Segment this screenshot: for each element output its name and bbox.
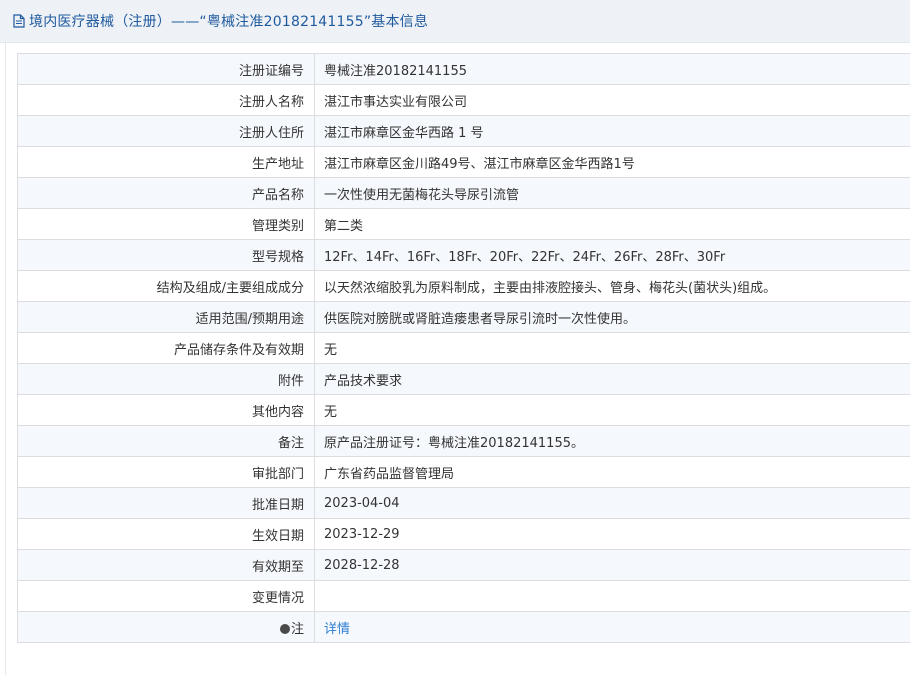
table-row: 结构及组成/主要组成成分 以天然浓缩胶乳为原料制成，主要由排液腔接头、管身、梅花… [17, 270, 910, 302]
field-value-approval-dept: 广东省药品监督管理局 [314, 456, 910, 488]
field-label-storage: 产品储存条件及有效期 [17, 332, 315, 364]
field-value-model-spec: 12Fr、14Fr、16Fr、18Fr、20Fr、22Fr、24Fr、26Fr、… [314, 239, 910, 271]
table-row: 生产地址 湛江市麻章区金川路49号、湛江市麻章区金华西路1号 [17, 146, 910, 178]
table-row: 审批部门 广东省药品监督管理局 [17, 456, 910, 488]
table-row: 附件 产品技术要求 [17, 363, 910, 395]
table-row: 批准日期 2023-04-04 [17, 487, 910, 519]
table-row: 管理类别 第二类 [17, 208, 910, 240]
field-value-valid-until: 2028-12-28 [314, 549, 910, 581]
field-value-remark: 原产品注册证号：粤械注准20182141155。 [314, 425, 910, 457]
field-label-effective-date: 生效日期 [17, 518, 315, 550]
table-row: 其他内容 无 [17, 394, 910, 426]
field-value-registrant-address: 湛江市麻章区金华西路 1 号 [314, 115, 910, 147]
table-row: 有效期至 2028-12-28 [17, 549, 910, 581]
field-value-production-address: 湛江市麻章区金川路49号、湛江市麻章区金华西路1号 [314, 146, 910, 178]
field-label-registration-no: 注册证编号 [17, 53, 315, 85]
field-value-attachment: 产品技术要求 [314, 363, 910, 395]
field-value-other: 无 [314, 394, 910, 426]
field-label-registrant-name: 注册人名称 [17, 84, 315, 116]
table-row: 注册人住所 湛江市麻章区金华西路 1 号 [17, 115, 910, 147]
field-label-change-history: 变更情况 [17, 580, 315, 612]
field-label-other: 其他内容 [17, 394, 315, 426]
table-row: 适用范围/预期用途 供医院对膀胱或肾脏造瘘患者导尿引流时一次性使用。 [17, 301, 910, 333]
field-label-production-address: 生产地址 [17, 146, 315, 178]
field-value-registrant-name: 湛江市事达实业有限公司 [314, 84, 910, 116]
info-dot-icon [279, 623, 290, 634]
field-label-approval-dept: 审批部门 [17, 456, 315, 488]
field-label-structure: 结构及组成/主要组成成分 [17, 270, 315, 302]
field-label-management-class: 管理类别 [17, 208, 315, 240]
field-label-model-spec: 型号规格 [17, 239, 315, 271]
field-label-valid-until: 有效期至 [17, 549, 315, 581]
note-label: 注 [290, 621, 304, 637]
table-row: 注册证编号 粤械注准20182141155 [17, 53, 910, 85]
field-value-product-name: 一次性使用无菌梅花头导尿引流管 [314, 177, 910, 209]
field-label-product-name: 产品名称 [17, 177, 315, 209]
table-row: 注 详情 [17, 611, 910, 643]
table-row: 注册人名称 湛江市事达实业有限公司 [17, 84, 910, 116]
field-value-storage: 无 [314, 332, 910, 364]
field-value-approval-date: 2023-04-04 [314, 487, 910, 519]
info-table: 注册证编号 粤械注准20182141155 注册人名称 湛江市事达实业有限公司 … [17, 53, 910, 643]
table-row: 备注 原产品注册证号：粤械注准20182141155。 [17, 425, 910, 457]
field-label-attachment: 附件 [17, 363, 315, 395]
table-row: 生效日期 2023-12-29 [17, 518, 910, 550]
table-row: 型号规格 12Fr、14Fr、16Fr、18Fr、20Fr、22Fr、24Fr、… [17, 239, 910, 271]
field-value-change-history [314, 580, 910, 612]
field-label-intended-use: 适用范围/预期用途 [17, 301, 315, 333]
table-row: 变更情况 [17, 580, 910, 612]
field-value-note: 详情 [314, 611, 910, 643]
field-label-remark: 备注 [17, 425, 315, 457]
document-icon [13, 13, 27, 29]
details-link[interactable]: 详情 [324, 622, 350, 637]
field-label-note: 注 [17, 611, 315, 643]
field-label-approval-date: 批准日期 [17, 487, 315, 519]
field-value-management-class: 第二类 [314, 208, 910, 240]
page-title: 境内医疗器械（注册）——“粤械注准20182141155”基本信息 [29, 14, 429, 30]
field-value-intended-use: 供医院对膀胱或肾脏造瘘患者导尿引流时一次性使用。 [314, 301, 910, 333]
page-header: 境内医疗器械（注册）——“粤械注准20182141155”基本信息 [0, 0, 910, 43]
table-row: 产品名称 一次性使用无菌梅花头导尿引流管 [17, 177, 910, 209]
field-value-structure: 以天然浓缩胶乳为原料制成，主要由排液腔接头、管身、梅花头(菌状头)组成。 [314, 270, 910, 302]
table-row: 产品储存条件及有效期 无 [17, 332, 910, 364]
field-label-registrant-address: 注册人住所 [17, 115, 315, 147]
field-value-registration-no: 粤械注准20182141155 [314, 53, 910, 85]
info-panel: 注册证编号 粤械注准20182141155 注册人名称 湛江市事达实业有限公司 … [5, 43, 910, 675]
field-value-effective-date: 2023-12-29 [314, 518, 910, 550]
